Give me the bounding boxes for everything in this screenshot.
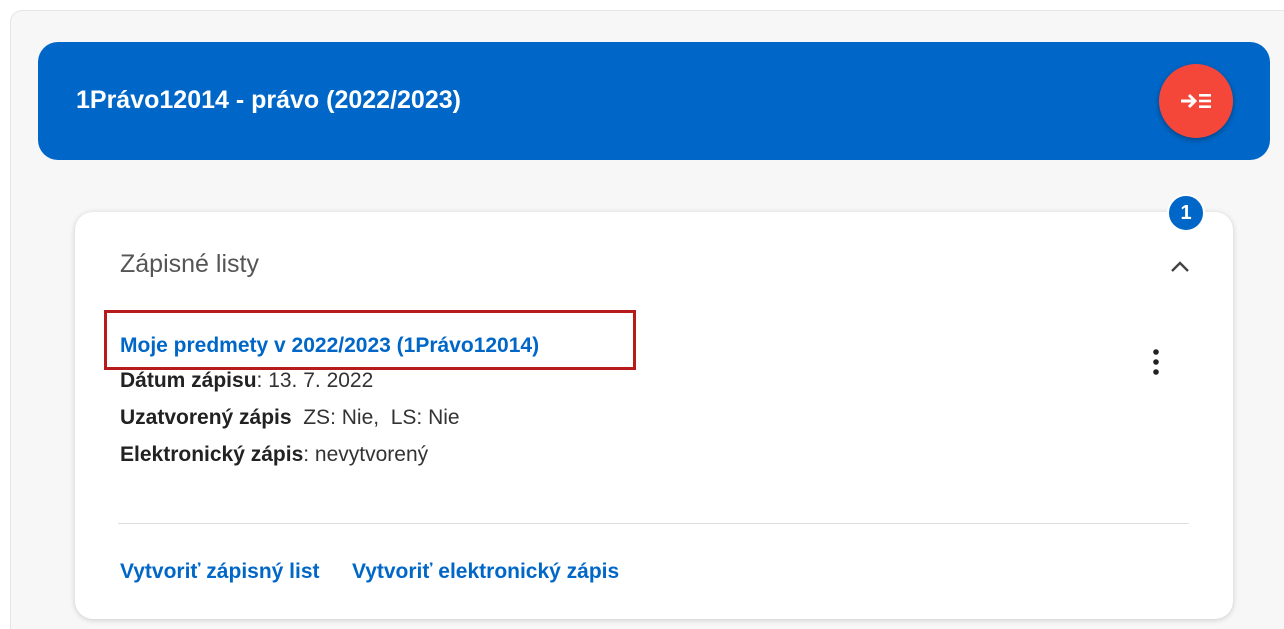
date-row: Dátum zápisu: 13. 7. 2022: [120, 362, 1020, 399]
page: 1Právo12014 - právo (2022/2023) 1 Zápisn…: [0, 0, 1284, 629]
chevron-up-icon: [1169, 260, 1191, 279]
electronic-label: Elektronický zápis: [120, 443, 304, 466]
closed-label: Uzatvorený zápis: [120, 406, 292, 429]
card-title: Zápisné listy: [120, 250, 259, 278]
enrollment-entry: Moje predmety v 2022/2023 (1Právo12014) …: [120, 332, 1020, 473]
fab-button[interactable]: [1159, 64, 1233, 138]
arrow-list-icon: [1179, 91, 1213, 111]
enrollment-lists-card: 1 Zápisné listy Moje predmety v 2022/202…: [75, 194, 1233, 619]
collapse-button[interactable]: [1165, 254, 1195, 284]
entry-menu-button[interactable]: [1141, 346, 1171, 382]
card-actions: Vytvoriť zápisný list Vytvoriť elektroni…: [120, 558, 647, 586]
study-title: 1Právo12014 - právo (2022/2023): [76, 86, 461, 114]
enrollment-link[interactable]: Moje predmety v 2022/2023 (1Právo12014): [120, 332, 539, 360]
electronic-row: Elektronický zápis: nevytvorený: [120, 436, 1020, 473]
more-vert-icon: [1152, 348, 1160, 381]
date-label: Dátum zápisu: [120, 369, 257, 392]
create-electronic-enrollment-link[interactable]: Vytvoriť elektronický zápis: [352, 558, 619, 586]
closed-row: Uzatvorený zápis ZS: Nie, LS: Nie: [120, 399, 1020, 436]
date-value: : 13. 7. 2022: [256, 369, 374, 392]
create-enrollment-list-link[interactable]: Vytvoriť zápisný list: [120, 558, 320, 586]
divider: [118, 523, 1189, 524]
electronic-value: : nevytvorený: [303, 443, 429, 466]
count-badge: 1: [1167, 194, 1205, 232]
closed-value: ZS: Nie, LS: Nie: [291, 406, 460, 429]
study-header: 1Právo12014 - právo (2022/2023): [38, 42, 1270, 160]
